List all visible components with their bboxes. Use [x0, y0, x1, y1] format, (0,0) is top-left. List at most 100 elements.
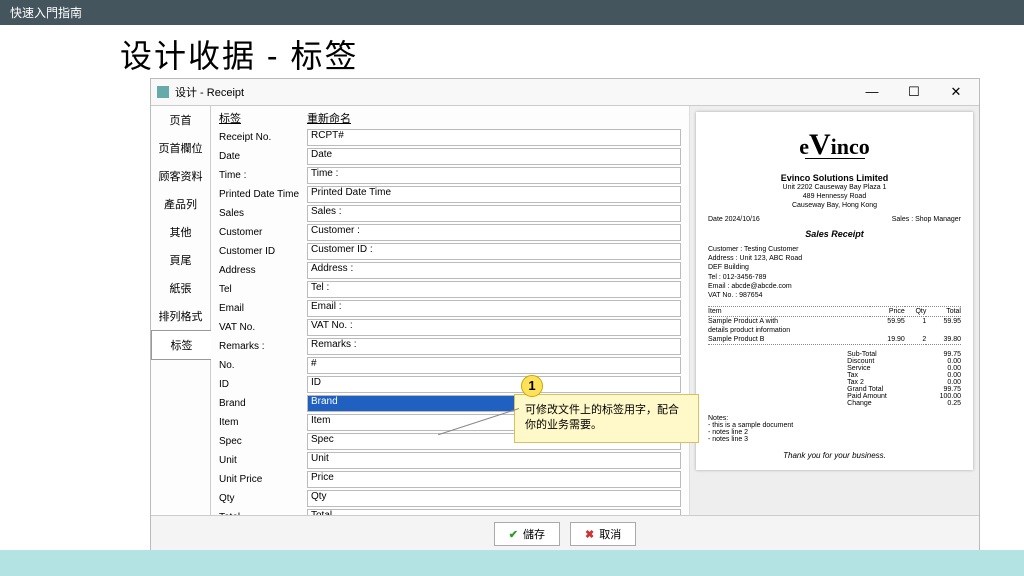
label-row: No.# — [219, 356, 681, 374]
save-label: 儲存 — [523, 526, 545, 542]
field-input[interactable]: VAT No. : — [307, 319, 681, 336]
window-title: 设计 - Receipt — [175, 84, 855, 100]
label-row: QtyQty — [219, 489, 681, 507]
field-input[interactable]: Email : — [307, 300, 681, 317]
maximize-button[interactable]: ☐ — [897, 82, 931, 102]
field-label: Unit — [219, 455, 307, 466]
field-input[interactable]: Time : — [307, 167, 681, 184]
label-row: Customer IDCustomer ID : — [219, 242, 681, 260]
field-input[interactable]: Customer : — [307, 224, 681, 241]
field-input[interactable]: Customer ID : — [307, 243, 681, 260]
label-row: Remarks :Remarks : — [219, 337, 681, 355]
cust-line: VAT No. : 987654 — [708, 291, 961, 300]
page-title: 设计收据 - 标签 — [0, 25, 1024, 83]
app-icon — [157, 86, 169, 98]
field-label: VAT No. — [219, 322, 307, 333]
field-label: Email — [219, 303, 307, 314]
field-input[interactable]: Price — [307, 471, 681, 488]
field-input[interactable]: Remarks : — [307, 338, 681, 355]
sidebar-tab[interactable]: 排列格式 — [151, 302, 210, 330]
company-addr-1: Unit 2202 Causeway Bay Plaza 1 — [708, 183, 961, 192]
close-button[interactable]: ✕ — [939, 82, 973, 102]
receipt-date: Date 2024/10/16 — [708, 216, 760, 223]
annotation-callout: 1 可修改文件上的标签用字，配合你的业务需要。 — [504, 380, 699, 443]
label-row: DateDate — [219, 147, 681, 165]
sidebar-tab[interactable]: 页首欄位 — [151, 134, 210, 162]
field-label: Receipt No. — [219, 132, 307, 143]
cancel-label: 取消 — [599, 526, 621, 542]
field-label: Remarks : — [219, 341, 307, 352]
minimize-button[interactable]: — — [855, 82, 889, 102]
cust-line: Customer : Testing Customer — [708, 245, 961, 254]
sidebar-tab[interactable]: 顾客资料 — [151, 162, 210, 190]
field-input[interactable]: # — [307, 357, 681, 374]
field-label: Spec — [219, 436, 307, 447]
field-input[interactable]: Sales : — [307, 205, 681, 222]
callout-number: 1 — [521, 375, 543, 397]
label-row: SalesSales : — [219, 204, 681, 222]
receipt-preview: eVinco Evinco Solutions Limited Unit 220… — [696, 112, 973, 470]
save-button[interactable]: ✔ 儲存 — [494, 522, 560, 546]
cust-line: DEF Building — [708, 263, 961, 272]
field-label: Address — [219, 265, 307, 276]
footer-buttons: ✔ 儲存 ✖ 取消 — [151, 515, 979, 552]
label-row: AddressAddress : — [219, 261, 681, 279]
field-input[interactable]: Date — [307, 148, 681, 165]
sidebar-tab[interactable]: 页首 — [151, 106, 210, 134]
company-addr-2: 489 Hennessy Road — [708, 192, 961, 201]
window-titlebar: 设计 - Receipt — ☐ ✕ — [151, 79, 979, 106]
field-label: Unit Price — [219, 474, 307, 485]
page-bottom-accent — [0, 550, 1024, 576]
field-label: Brand — [219, 398, 307, 409]
field-label: Customer ID — [219, 246, 307, 257]
label-form: 标签 重新命名 Receipt No.RCPT#DateDateTime :Ti… — [211, 106, 689, 515]
check-icon: ✔ — [509, 528, 518, 541]
sidebar-tab[interactable]: 其他 — [151, 218, 210, 246]
field-label: Printed Date Time — [219, 189, 307, 200]
sidebar-tab[interactable]: 标签 — [151, 330, 211, 360]
cust-line: Tel : 012-3456-789 — [708, 273, 961, 282]
field-label: Date — [219, 151, 307, 162]
cancel-button[interactable]: ✖ 取消 — [570, 522, 636, 546]
column-header-label: 标签 — [219, 110, 307, 126]
label-row: Receipt No.RCPT# — [219, 128, 681, 146]
receipt-sales: Sales : Shop Manager — [892, 216, 961, 223]
label-row: Time :Time : — [219, 166, 681, 184]
field-label: Tel — [219, 284, 307, 295]
sidebar-tab[interactable]: 紙張 — [151, 274, 210, 302]
field-label: Item — [219, 417, 307, 428]
field-label: Customer — [219, 227, 307, 238]
sidebar-tab[interactable]: 產品列 — [151, 190, 210, 218]
callout-text: 可修改文件上的标签用字，配合你的业务需要。 — [514, 394, 699, 443]
label-row: CustomerCustomer : — [219, 223, 681, 241]
label-row: TotalTotal — [219, 508, 681, 515]
field-input[interactable]: RCPT# — [307, 129, 681, 146]
field-label: ID — [219, 379, 307, 390]
field-input[interactable]: Qty — [307, 490, 681, 507]
company-name: Evinco Solutions Limited — [708, 173, 961, 183]
sidebar-tab[interactable]: 頁尾 — [151, 246, 210, 274]
totals-block: Sub-Total99.75 Discount0.00 Service0.00 … — [708, 351, 961, 407]
guide-title: 快速入門指南 — [10, 6, 82, 20]
label-row: Printed Date TimePrinted Date Time — [219, 185, 681, 203]
field-label: Sales — [219, 208, 307, 219]
field-label: Total — [219, 512, 307, 516]
notes-block: Notes: - this is a sample document - not… — [708, 415, 961, 443]
items-table: ItemPriceQtyTotal Sample Product A with5… — [708, 306, 961, 347]
field-input[interactable]: Address : — [307, 262, 681, 279]
cust-line: Email : abcde@abcde.com — [708, 282, 961, 291]
column-header-rename: 重新命名 — [307, 110, 351, 126]
field-input[interactable]: Printed Date Time — [307, 186, 681, 203]
field-input[interactable]: Unit — [307, 452, 681, 469]
receipt-title: Sales Receipt — [708, 229, 961, 239]
field-input[interactable]: Total — [307, 509, 681, 516]
field-label: Time : — [219, 170, 307, 181]
label-row: UnitUnit — [219, 451, 681, 469]
thanks-line: Thank you for your business. — [708, 451, 961, 460]
field-label: Qty — [219, 493, 307, 504]
field-input[interactable]: Tel : — [307, 281, 681, 298]
label-row: Unit PricePrice — [219, 470, 681, 488]
field-label: No. — [219, 360, 307, 371]
design-window: 设计 - Receipt — ☐ ✕ 页首页首欄位顾客资料產品列其他頁尾紙張排列… — [150, 78, 980, 553]
sidebar: 页首页首欄位顾客资料產品列其他頁尾紙張排列格式标签 — [151, 106, 211, 515]
